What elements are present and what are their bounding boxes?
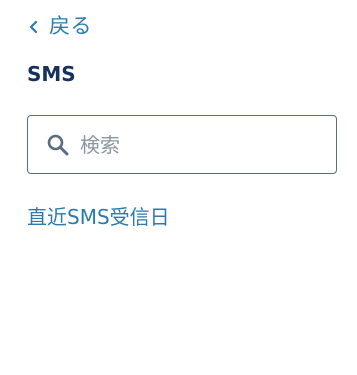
back-button[interactable]: 戻る (27, 12, 92, 40)
search-input[interactable] (80, 132, 320, 157)
chevron-left-icon (27, 19, 41, 34)
sms-panel: 戻る SMS 直近SMS受信日 (0, 0, 357, 375)
back-button-label: 戻る (49, 14, 92, 38)
list-item-recent-sms-received-date[interactable]: 直近SMS受信日 (27, 203, 170, 231)
page-title: SMS (27, 62, 76, 86)
search-icon (46, 133, 70, 157)
search-field[interactable] (27, 115, 337, 174)
